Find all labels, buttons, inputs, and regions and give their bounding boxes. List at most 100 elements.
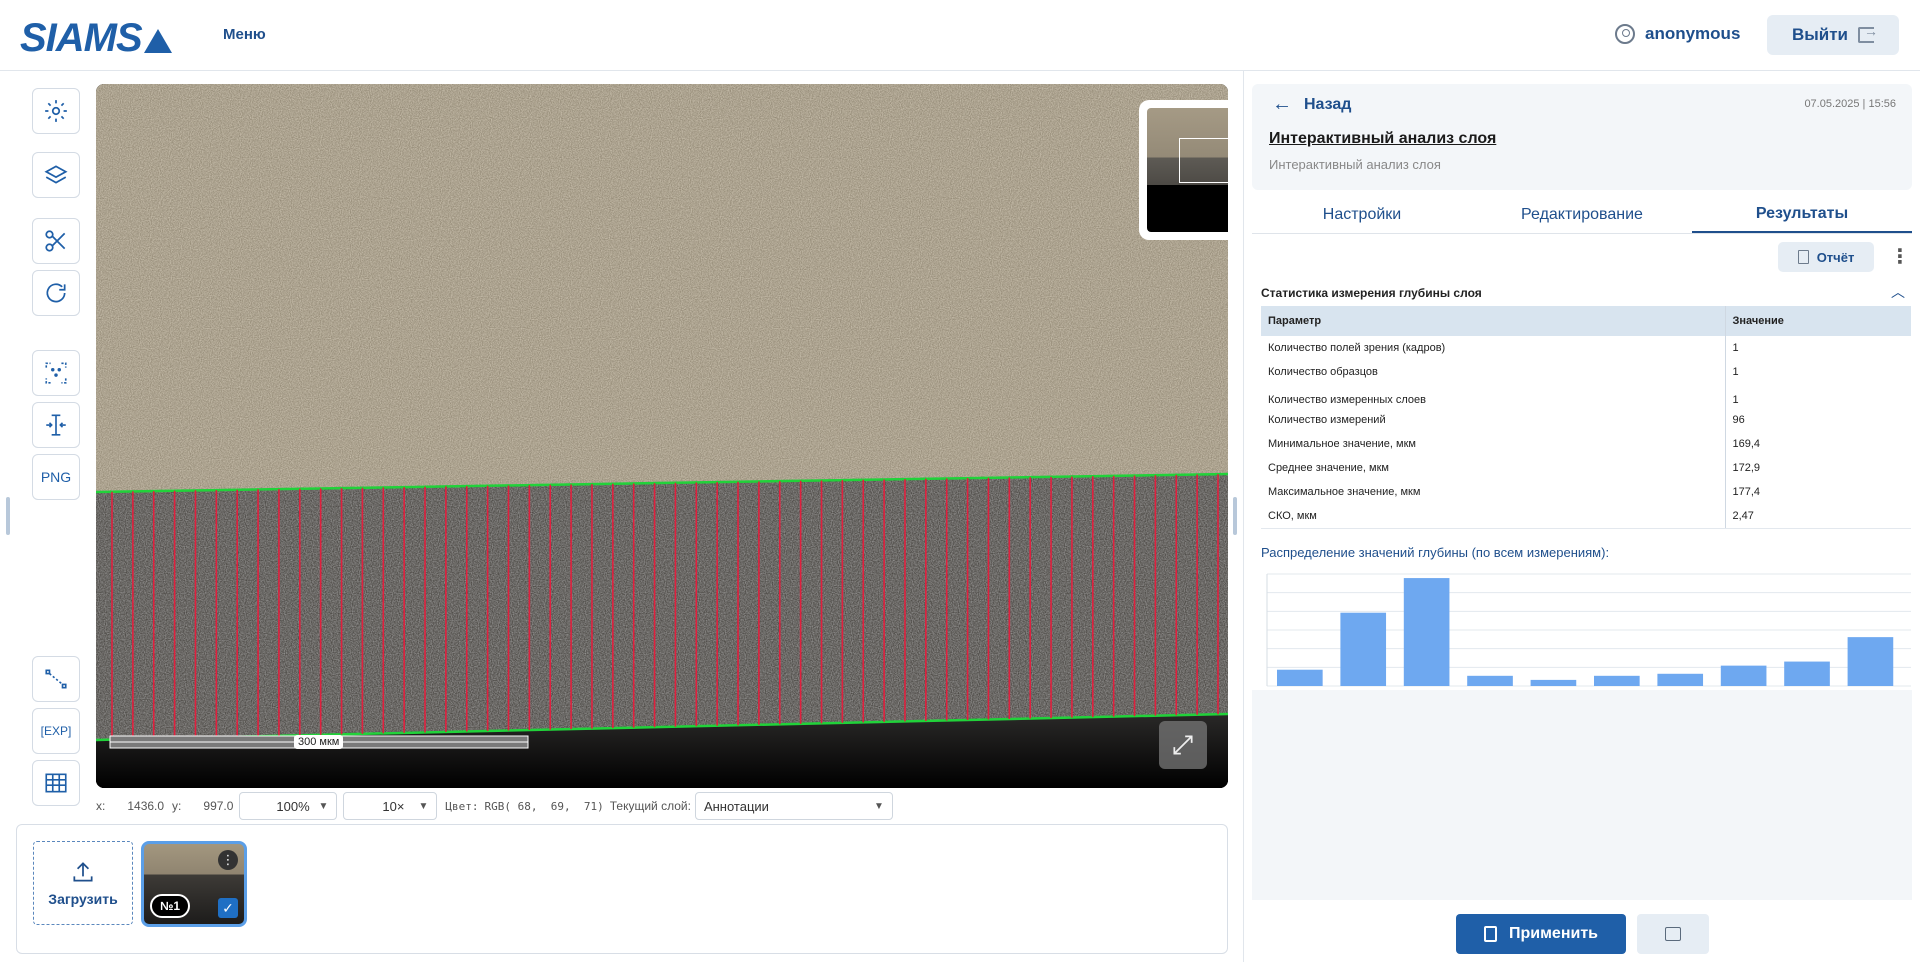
param-cell: Минимальное значение, мкм <box>1261 432 1726 456</box>
distribution-title: Распределение значений глубины (по всем … <box>1261 545 1610 560</box>
analysis-title[interactable]: Интерактивный анализ слоя <box>1269 130 1496 148</box>
logout-button[interactable]: Выйти <box>1767 15 1899 55</box>
histogram-bar <box>1277 669 1323 686</box>
more-options-icon[interactable]: ⋮ <box>1890 244 1910 269</box>
value-cell: 177,4 <box>1732 486 1761 498</box>
results-table: Параметр Значение Количество полей зрени… <box>1261 306 1911 529</box>
scissors-icon <box>45 230 66 252</box>
measure-button[interactable] <box>32 402 80 448</box>
histogram-bar <box>1847 637 1894 686</box>
zoom-value: 100% <box>276 798 310 814</box>
logout-label: Выйти <box>1791 25 1849 44</box>
histogram-bar <box>1530 679 1577 686</box>
column-header: Параметр <box>1261 306 1726 336</box>
upload-label: Загрузить <box>48 891 118 907</box>
line-tool-button[interactable] <box>32 656 80 702</box>
value-cell: 96 <box>1732 414 1745 426</box>
param-cell: Количество полей зрения (кадров) <box>1261 336 1726 360</box>
tab-settings[interactable]: Настройки <box>1252 196 1472 233</box>
value-cell: 2,47 <box>1725 504 1911 529</box>
histogram-bar <box>1784 661 1830 686</box>
gallery-thumbnail[interactable]: ⋮ №1 ✓ <box>141 841 247 927</box>
value-cell: 1 <box>1732 366 1739 378</box>
color-value: RGB( 68, 69, 71) <box>484 799 604 813</box>
apply-button[interactable]: Применить <box>1456 914 1626 954</box>
image-gallery: Загрузить ⋮ №1 ✓ <box>16 824 1228 954</box>
histogram-bar <box>1467 675 1513 686</box>
table-row: Количество измерений 96 <box>1261 408 1911 432</box>
more-vertical-icon[interactable]: ⋮ <box>218 850 238 870</box>
table-row: Количество полей зрения (кадров) 1 <box>1261 336 1911 360</box>
tab-editing[interactable]: Редактирование <box>1472 196 1692 233</box>
table-row: Количество измеренных слоев 1 <box>1261 384 1911 408</box>
thumbnail-checkbox[interactable]: ✓ <box>218 898 238 918</box>
minimap[interactable]: ︿ <box>1139 100 1228 240</box>
param-cell: Среднее значение, мкм <box>1261 456 1726 480</box>
value-cell: 1 <box>1732 342 1739 354</box>
y-value: 997.0 <box>203 799 234 813</box>
param-cell: Количество измеренных слоев <box>1261 384 1726 408</box>
table-button[interactable] <box>32 760 80 806</box>
settings-icon <box>45 100 67 122</box>
section-title: Статистика измерения глубины слоя <box>1261 286 1482 300</box>
table-row: СКО, мкм 2,47 <box>1261 504 1911 529</box>
png-export-button[interactable]: PNG <box>32 454 80 500</box>
chevron-up-icon[interactable]: ︿ <box>1891 282 1905 302</box>
menu-link[interactable]: Меню <box>223 26 266 43</box>
settings-button[interactable] <box>32 88 80 134</box>
image-button[interactable] <box>1637 914 1709 954</box>
focus-points-icon <box>45 362 67 384</box>
x-value: 1436.0 <box>127 799 165 813</box>
image-icon <box>1665 927 1681 941</box>
exp-export-button[interactable]: [EXP] <box>32 708 80 754</box>
image-viewer[interactable]: 300 мкм ︿ <box>96 84 1228 788</box>
tab-results[interactable]: Результаты <box>1692 196 1912 233</box>
username: anonymous <box>1645 24 1741 43</box>
upload-button[interactable]: Загрузить <box>33 841 133 925</box>
magnification-select[interactable]: 10× ▼ <box>343 792 438 820</box>
left-resize-handle[interactable] <box>6 497 10 535</box>
value-cell: 172,9 <box>1732 462 1761 474</box>
minimap-viewport[interactable] <box>1179 138 1228 183</box>
panel-header: ← Назад 07.05.2025 | 15:56 Интерактивный… <box>1252 84 1912 190</box>
chevron-down-icon: ▼ <box>318 800 329 812</box>
table-icon <box>45 773 67 793</box>
arrow-left-icon: ← <box>1272 93 1292 115</box>
zoom-select[interactable]: 100% ▼ <box>239 792 338 820</box>
report-label: Отчёт <box>1816 249 1855 265</box>
focus-points-button[interactable] <box>32 350 80 396</box>
micrograph-canvas[interactable] <box>96 84 1228 788</box>
report-button[interactable]: Отчёт <box>1778 242 1874 272</box>
refresh-button[interactable] <box>32 270 80 316</box>
cut-button[interactable] <box>32 218 80 264</box>
siams-logo[interactable]: SIAMS <box>20 16 172 61</box>
layer-value: Аннотации <box>703 798 769 814</box>
table-row: Количество образцов 1 <box>1261 360 1911 384</box>
param-cell: СКО, мкм <box>1261 504 1726 529</box>
histogram-bar <box>1657 673 1704 686</box>
upload-icon <box>73 862 93 882</box>
layers-button[interactable] <box>32 152 80 198</box>
thumbnail-badge: №1 <box>150 894 191 918</box>
scale-bar-label: 300 мкм <box>294 735 344 749</box>
logout-icon <box>1858 23 1878 43</box>
layer-label: Текущий слой: <box>609 799 691 813</box>
back-button[interactable]: ← Назад <box>1272 93 1351 116</box>
histogram-bar <box>1720 665 1767 686</box>
column-header: Значение <box>1725 306 1911 336</box>
layers-icon <box>44 165 68 184</box>
table-header-row: Параметр Значение <box>1261 306 1911 336</box>
line-tool-icon <box>45 669 67 689</box>
right-resize-handle[interactable] <box>1233 497 1237 535</box>
fullscreen-button[interactable] <box>1159 721 1207 769</box>
user-info[interactable]: anonymous <box>1615 24 1740 44</box>
y-label: y: <box>172 799 182 813</box>
table-row: Максимальное значение, мкм 177,4 <box>1261 480 1911 504</box>
back-label: Назад <box>1304 95 1352 113</box>
layer-select[interactable]: Аннотации ▼ <box>694 792 893 820</box>
measure-icon <box>46 414 66 436</box>
copy-icon <box>1483 926 1497 942</box>
document-icon <box>1797 250 1809 264</box>
panel-tabs: Настройки Редактирование Результаты <box>1252 196 1912 234</box>
minimap-image[interactable]: ︿ <box>1147 108 1228 232</box>
